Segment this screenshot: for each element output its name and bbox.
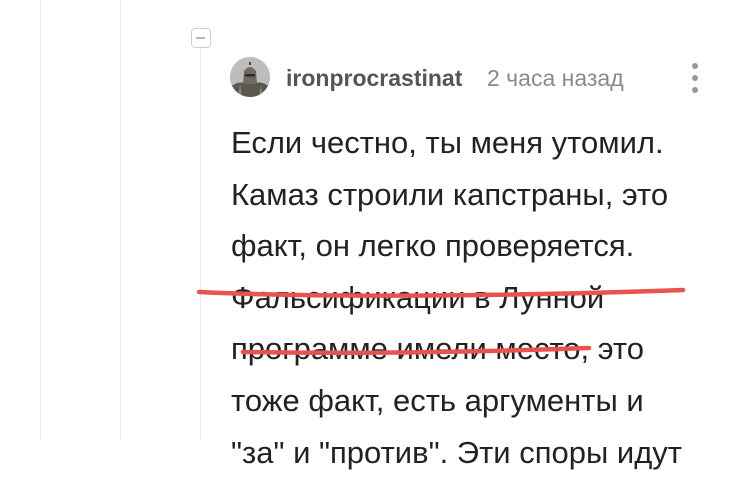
hand-drawn-underline [196,287,686,356]
underline-stroke-2 [240,345,592,356]
underline-stroke-1 [196,287,686,298]
